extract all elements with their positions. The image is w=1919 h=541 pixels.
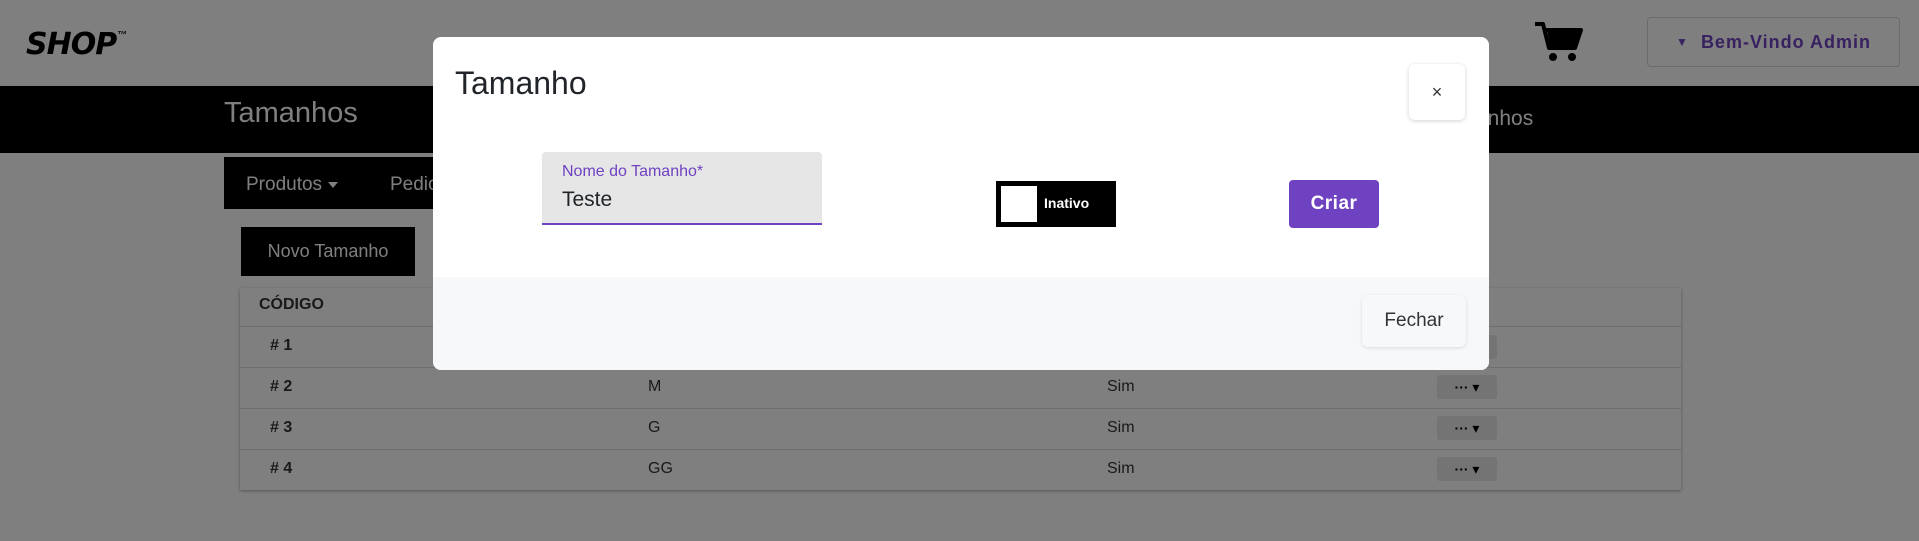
modal-footer: Fechar [433,277,1489,370]
size-name-input[interactable] [562,188,802,212]
toggle-label: Inativo [1044,195,1090,211]
create-button[interactable]: Criar [1289,180,1379,228]
toggle-knob [1001,186,1037,222]
size-name-label: Nome do Tamanho* [562,163,704,180]
size-name-field[interactable]: Nome do Tamanho* [542,152,822,225]
close-icon[interactable]: × [1409,64,1465,120]
modal-title: Tamanho [455,65,587,101]
active-toggle[interactable]: Inativo [996,181,1116,227]
close-button[interactable]: Fechar [1362,295,1466,347]
size-modal: Tamanho × Nome do Tamanho* Inativo Criar… [433,37,1489,370]
